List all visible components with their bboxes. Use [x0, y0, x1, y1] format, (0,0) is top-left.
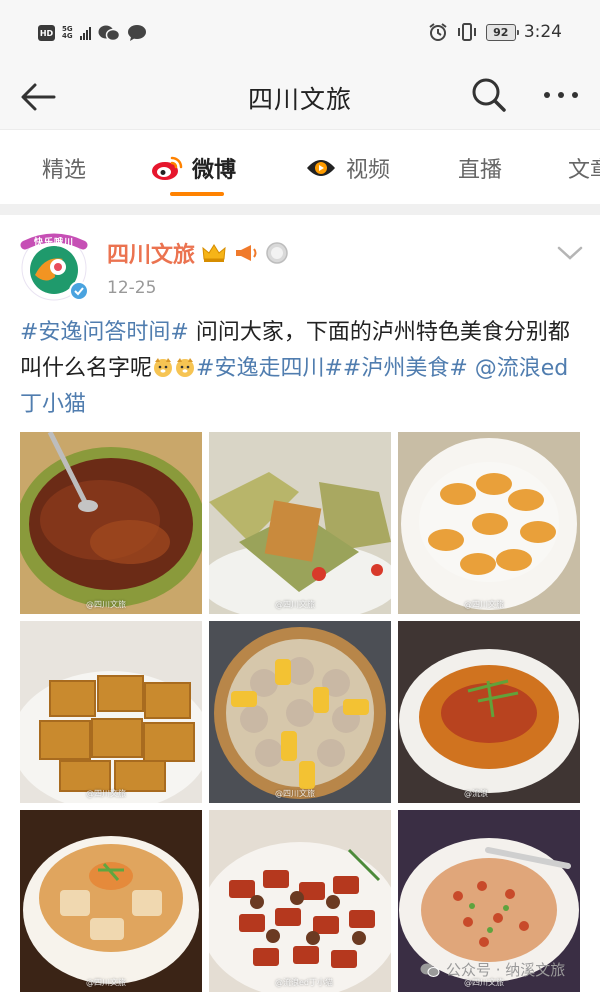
food-photo — [20, 621, 202, 803]
image-watermark: @四川文旅 — [86, 789, 126, 798]
image-watermark: @四川文旅 — [275, 789, 315, 798]
tab-label: 微博 — [192, 158, 237, 183]
megaphone-icon — [236, 245, 257, 261]
food-photo — [209, 621, 391, 803]
food-image-fried-tofu[interactable]: @四川文旅 — [20, 621, 202, 803]
tab-live[interactable]: 直播 — [458, 152, 502, 184]
title-bar: 四川文旅 — [0, 66, 600, 129]
food-image-spicy-crumble[interactable]: @四川文旅 — [20, 432, 202, 614]
badge-icon — [266, 242, 288, 264]
post-body-text — [468, 356, 475, 381]
image-watermark: @流浪ed丁小猫 — [275, 978, 333, 987]
more-button[interactable] — [540, 78, 582, 112]
tab-bar: 精选 微博 视频 直播 文章 — [0, 129, 600, 204]
post-text: #安逸问答时间# 问问大家，下面的泸州特色美食分别都叫什么名字呢 #安逸走四川##… — [20, 315, 580, 423]
food-photo — [20, 432, 202, 614]
tab-label: 视频 — [346, 158, 391, 183]
image-watermark: @四川文旅 — [86, 600, 126, 609]
food-photo — [209, 432, 391, 614]
dog-emoji-icon — [176, 358, 195, 377]
status-bar: HD 5G 4G 92 3:24 — [0, 0, 600, 66]
food-image-chili-meat[interactable]: @流浪ed丁小猫 — [209, 810, 391, 992]
author-row: 四川文旅 — [107, 237, 289, 269]
status-left: HD 5G 4G — [38, 24, 147, 42]
page-title: 四川文旅 — [247, 85, 352, 114]
food-image-corn-rice-steamer[interactable]: @四川文旅 — [209, 621, 391, 803]
network-bottom-label: 4G — [62, 32, 73, 40]
section-separator — [0, 204, 600, 215]
food-photo — [398, 621, 580, 803]
author-name[interactable]: 四川文旅 — [107, 237, 195, 269]
post-date: 12-25 — [107, 278, 157, 298]
chevron-down-icon — [557, 246, 583, 260]
wechat-icon — [98, 25, 120, 42]
food-photo — [398, 432, 580, 614]
crown-icon — [202, 244, 226, 262]
network-type: 5G 4G — [62, 26, 73, 40]
vibrate-icon — [457, 23, 476, 41]
image-watermark: @四川文旅 — [464, 600, 504, 609]
food-image-yellow-dumplings[interactable]: @四川文旅 — [398, 432, 580, 614]
search-button[interactable] — [470, 76, 508, 114]
avatar-text: 快乐哦川 — [33, 238, 74, 248]
image-watermark: @四川文旅 — [86, 978, 126, 987]
tab-label: 文章 — [568, 158, 600, 183]
tab-label: 直播 — [458, 158, 503, 183]
tab-featured[interactable]: 精选 — [42, 152, 86, 184]
hashtag-link[interactable]: #安逸走四川##泸州美食# — [196, 356, 468, 381]
dog-emoji-icon — [154, 358, 173, 377]
tab-articles[interactable]: 文章 — [568, 152, 600, 184]
status-right: 92 3:24 — [428, 22, 562, 42]
wechat-watermark: 公众号 · 纳溪文旅 — [420, 959, 565, 980]
tab-video[interactable]: 视频 — [304, 152, 390, 184]
clock: 3:24 — [523, 22, 562, 42]
food-photo — [20, 810, 202, 992]
wechat-watermark-text: 公众号 · 纳溪文旅 — [446, 961, 566, 979]
hashtag-link[interactable]: #安逸问答时间# — [20, 320, 189, 345]
wechat-icon — [420, 963, 440, 977]
tab-weibo[interactable]: 微博 — [150, 152, 236, 184]
food-image-tofu-soup[interactable]: @四川文旅 — [20, 810, 202, 992]
video-icon — [307, 160, 335, 176]
avatar[interactable]: 快乐哦川 — [17, 229, 91, 303]
food-image-spicy-beans[interactable]: @流浪 — [398, 621, 580, 803]
tab-label: 精选 — [42, 158, 87, 183]
food-photo — [209, 810, 391, 992]
food-image-leaf-wrapped-cakes[interactable]: @四川文旅 — [209, 432, 391, 614]
weibo-post: 快乐哦川 四川文旅 12-25 #安逸问答时间# 问问大家，下面的泸州特色美食分… — [0, 215, 600, 993]
image-watermark: @四川文旅 — [275, 600, 315, 609]
search-icon — [472, 78, 506, 112]
signal-icon — [79, 26, 91, 40]
more-dots-icon — [544, 92, 578, 98]
post-menu-button[interactable] — [556, 243, 584, 263]
weibo-icon — [152, 156, 183, 180]
active-tab-indicator — [170, 192, 224, 196]
battery-indicator: 92 — [485, 23, 519, 41]
alarm-icon — [429, 23, 447, 41]
hd-badge: HD — [38, 25, 55, 41]
image-watermark: @流浪 — [464, 789, 488, 798]
message-icon — [127, 25, 146, 41]
